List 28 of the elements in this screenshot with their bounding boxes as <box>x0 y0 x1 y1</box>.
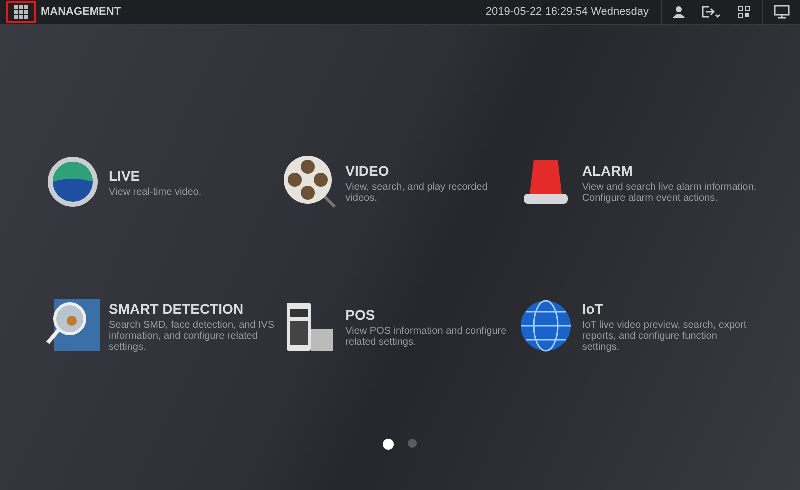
module-tile[interactable]: LIVE View real-time video. <box>45 155 282 209</box>
module-description: View POS information and configure related settings. <box>346 326 508 348</box>
module-description: View, search, and play recorded videos. <box>346 182 489 204</box>
film-reel-icon <box>282 155 337 209</box>
grid-icon <box>14 5 28 19</box>
siren-icon <box>522 158 570 206</box>
module-tile[interactable]: POS View POS information and configure related settings. <box>282 299 518 353</box>
module-title: POS <box>346 306 376 324</box>
globe-icon <box>520 300 572 352</box>
module-tile[interactable]: IoT IoT live video preview, search, export reports, and configure function settings. <box>518 299 755 353</box>
module-description: View and search live alarm information. Configure alarm event actions. <box>582 182 758 204</box>
module-description: IoT live video preview, search, export reports, and configure function settings. <box>582 320 748 353</box>
module-title: VIDEO <box>346 162 390 180</box>
magnifier-icon <box>46 299 100 353</box>
lens-icon <box>47 156 99 208</box>
monitor-icon[interactable] <box>774 5 790 19</box>
module-tile[interactable]: ALARM View and search live alarm information. Configure alarm event actions. <box>518 155 755 209</box>
module-tile[interactable]: SMART DETECTION Search SMD, face detection, and IVS information, and configure related settings. <box>45 299 282 353</box>
page-title: MANAGEMENT <box>41 4 122 20</box>
module-description: View real-time video. <box>109 187 203 198</box>
module-title: IoT <box>582 300 604 319</box>
module-title: ALARM <box>582 162 634 180</box>
apps-menu-button[interactable] <box>6 1 36 23</box>
module-title: SMART DETECTION <box>109 300 245 319</box>
module-tile[interactable]: VIDEO View, search, and play recorded videos. <box>282 155 518 209</box>
module-title: LIVE <box>109 167 142 186</box>
module-description: Search SMD, face detection, and IVS information, and configure related settings. <box>109 320 276 353</box>
date-time: 2019-05-22 16:29:54 Wednesday <box>486 4 649 20</box>
